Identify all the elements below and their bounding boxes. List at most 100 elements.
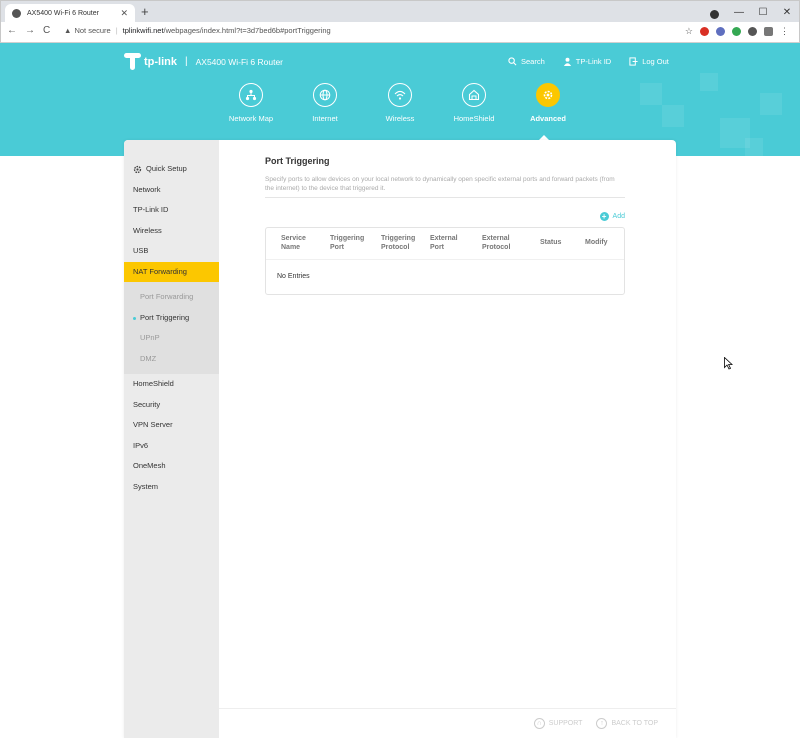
table-header: Service Name Triggering Port Triggering Pro… <box>266 228 624 260</box>
back-button[interactable]: ← <box>7 25 17 36</box>
menu-icon[interactable]: ⋮ <box>780 26 789 37</box>
sidebar-item-security[interactable]: Security <box>124 395 219 416</box>
new-tab-button[interactable]: + <box>141 5 149 18</box>
nav-label: Network Map <box>228 114 274 123</box>
not-secure-label: Not secure <box>74 26 111 35</box>
star-icon[interactable]: ☆ <box>685 26 693 37</box>
search-icon <box>508 57 517 66</box>
sidebar-item-vpn-server[interactable]: VPN Server <box>124 415 219 436</box>
url-path: /webpages/index.html?t=3d7bed6b#portTrig… <box>163 26 331 35</box>
profile-icon[interactable] <box>710 10 719 19</box>
warning-icon: ▲ <box>64 26 72 35</box>
back-to-top-link[interactable]: ↑ BACK TO TOP <box>596 718 658 729</box>
wifi-icon <box>388 83 412 107</box>
sidebar-item-wireless[interactable]: Wireless <box>124 221 219 242</box>
column-header: Service Name <box>281 235 306 251</box>
main-content: Port Triggering Specify ports to allow d… <box>265 156 625 295</box>
gear-icon <box>536 83 560 107</box>
column-header: External Port <box>430 235 458 251</box>
arrow-up-icon: ↑ <box>596 718 608 729</box>
tplink-id-label: TP-Link ID <box>575 57 612 66</box>
extension-icons: ☆ ⋮ <box>685 26 789 37</box>
browser-nav: ← → C <box>7 25 50 36</box>
sidebar-subitem-port-forwarding[interactable]: Port Forwarding <box>124 287 219 308</box>
globe-icon <box>313 83 337 107</box>
maximize-button[interactable]: ☐ <box>751 7 775 18</box>
nav-label: Advanced <box>530 114 566 123</box>
home-shield-icon <box>462 83 486 107</box>
search-link[interactable]: Search <box>508 57 545 66</box>
extension-blue-icon[interactable] <box>716 27 725 36</box>
nat-forwarding-submenu: Port Forwarding Port Triggering UPnP DMZ <box>124 282 219 374</box>
column-header: External Protocol <box>482 235 511 251</box>
model-name: AX5400 Wi-Fi 6 Router <box>195 56 284 67</box>
drive-icon[interactable] <box>732 27 741 36</box>
column-header: Triggering Port <box>330 235 365 251</box>
nav-internet[interactable]: Internet <box>290 83 360 123</box>
close-window-button[interactable]: ✕ <box>775 7 799 18</box>
browser-tab[interactable]: AX5400 Wi-Fi 6 Router ✕ <box>5 4 135 23</box>
content-card: Quick Setup Network TP-Link ID Wireless … <box>124 140 676 738</box>
user-icon <box>563 57 571 66</box>
nav-label: Wireless <box>385 114 415 123</box>
tplink-logo: tp-link | AX5400 Wi-Fi 6 Router <box>124 53 283 70</box>
browser-tab-bar: AX5400 Wi-Fi 6 Router ✕ + — ☐ ✕ <box>0 0 800 23</box>
add-label: Add <box>612 213 625 220</box>
logout-icon <box>629 57 638 66</box>
page-title: Port Triggering <box>265 156 330 166</box>
url-host: tplinkwifi.net <box>122 26 164 35</box>
sidebar-item-tplink-id[interactable]: TP-Link ID <box>124 200 219 221</box>
forward-button[interactable]: → <box>25 25 35 36</box>
sidebar-item-network[interactable]: Network <box>124 180 219 201</box>
page-description: Specify ports to allow devices on your l… <box>265 175 625 198</box>
address-bar-row: ← → C ▲ Not secure | tplinkwifi.net /web… <box>0 22 800 43</box>
table-empty-row: No Entries <box>277 273 310 280</box>
network-map-icon <box>239 83 263 107</box>
column-header: Triggering Protocol <box>381 235 416 251</box>
sidebar-item-nat-forwarding[interactable]: NAT Forwarding <box>124 261 219 282</box>
nav-wireless[interactable]: Wireless <box>365 83 435 123</box>
sidebar-item-label: Quick Setup <box>146 164 187 173</box>
sidebar-subitem-port-triggering[interactable]: Port Triggering <box>124 308 219 329</box>
window-controls: — ☐ ✕ <box>727 1 799 23</box>
brand-name: tp-link <box>144 55 177 68</box>
add-button[interactable]: + Add <box>265 212 625 221</box>
globe-favicon-icon <box>12 9 21 18</box>
sidebar-subitem-upnp[interactable]: UPnP <box>124 328 219 349</box>
search-label: Search <box>521 57 545 66</box>
logout-label: Log Out <box>642 57 669 66</box>
url-field[interactable]: ▲ Not secure | tplinkwifi.net /webpages/… <box>64 26 331 35</box>
support-link[interactable]: ∩ SUPPORT <box>533 718 583 729</box>
sidebar-item-usb[interactable]: USB <box>124 241 219 262</box>
port-triggering-table: Service Name Triggering Port Triggering Pro… <box>265 227 625 295</box>
header-links: Search TP-Link ID Log Out <box>508 57 669 66</box>
sidebar-subitem-dmz[interactable]: DMZ <box>124 349 219 370</box>
quick-setup-gear-icon <box>133 165 142 173</box>
tplink-id-link[interactable]: TP-Link ID <box>563 57 611 66</box>
nav-homeshield[interactable]: HomeShield <box>439 83 509 123</box>
nav-network-map[interactable]: Network Map <box>216 83 286 123</box>
minimize-button[interactable]: — <box>727 7 751 18</box>
column-header: Modify <box>585 239 608 247</box>
mouse-cursor-icon <box>724 357 733 370</box>
reload-button[interactable]: C <box>43 25 50 36</box>
puzzle-icon[interactable] <box>748 27 757 36</box>
back-to-top-label: BACK TO TOP <box>611 720 658 727</box>
tab-title: AX5400 Wi-Fi 6 Router <box>27 10 99 17</box>
extension-gray-icon[interactable] <box>764 27 773 36</box>
tplink-logo-mark-icon <box>124 53 141 70</box>
sidebar-item-homeshield[interactable]: HomeShield <box>124 374 219 395</box>
sidebar: Quick Setup Network TP-Link ID Wireless … <box>124 140 219 738</box>
support-label: SUPPORT <box>548 720 583 727</box>
logout-link[interactable]: Log Out <box>629 57 669 66</box>
sidebar-item-quick-setup[interactable]: Quick Setup <box>124 159 219 180</box>
nav-label: HomeShield <box>453 114 495 123</box>
nav-label: Internet <box>312 114 338 123</box>
extension-red-icon[interactable] <box>700 27 709 36</box>
sidebar-item-ipv6[interactable]: IPv6 <box>124 436 219 457</box>
headset-icon: ∩ <box>533 718 545 729</box>
sidebar-item-system[interactable]: System <box>124 477 219 498</box>
nav-advanced[interactable]: Advanced <box>513 83 583 123</box>
tab-close-icon[interactable]: ✕ <box>120 8 128 19</box>
sidebar-item-onemesh[interactable]: OneMesh <box>124 456 219 477</box>
